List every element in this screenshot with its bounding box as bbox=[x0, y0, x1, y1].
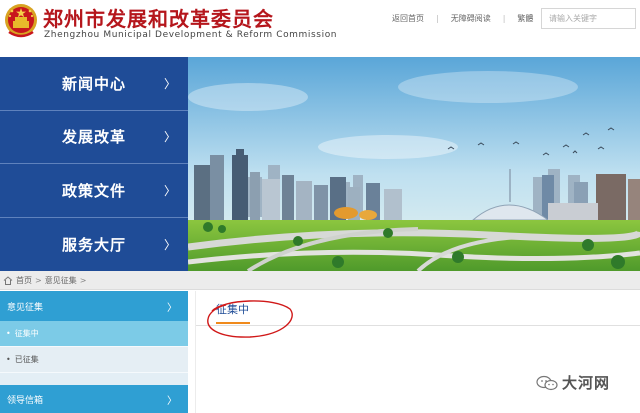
bullet-icon: • bbox=[6, 355, 11, 364]
chevron-right-icon: 〉 bbox=[164, 183, 177, 198]
breadcrumb-separator: > bbox=[35, 275, 42, 285]
breadcrumb-current[interactable]: 意见征集 bbox=[45, 275, 77, 286]
nav-item-news[interactable]: 新闻中心 〉 bbox=[0, 57, 188, 111]
nav-item-policy-documents[interactable]: 政策文件 〉 bbox=[0, 164, 188, 218]
nav-item-service-hall[interactable]: 服务大厅 〉 bbox=[0, 218, 188, 272]
breadcrumb: 首页 > 意见征集 > bbox=[0, 271, 640, 290]
wechat-icon bbox=[536, 375, 558, 390]
city-skyline-banner bbox=[188, 57, 640, 271]
side-menu-section-leader-mailbox[interactable]: 领导信箱 〉 bbox=[0, 385, 188, 413]
breadcrumb-separator: > bbox=[79, 275, 87, 285]
chevron-right-icon: 〉 bbox=[164, 237, 177, 252]
national-emblem-icon[interactable] bbox=[3, 2, 39, 40]
side-menu-section-label: 领导信箱 bbox=[7, 395, 44, 406]
nav-item-label: 服务大厅 bbox=[62, 235, 127, 254]
divider: | bbox=[436, 14, 439, 23]
banner-image bbox=[188, 57, 640, 271]
site-subtitle: Zhengzhou Municipal Development & Reform… bbox=[44, 30, 338, 40]
watermark-text: 大河网 bbox=[562, 374, 611, 392]
accessible-reading-link[interactable]: 无障碍阅读 bbox=[451, 13, 491, 24]
return-home-link[interactable]: 返回首页 bbox=[392, 13, 424, 24]
top-links: 返回首页 | 无障碍阅读 | 繁體 bbox=[392, 13, 533, 24]
side-menu-item-label: 征集中 bbox=[14, 329, 39, 338]
divider: | bbox=[502, 14, 506, 23]
breadcrumb-home[interactable]: 首页 bbox=[16, 275, 32, 286]
annotation-circle bbox=[207, 300, 293, 338]
side-menu-item-collected[interactable]: • 已征集 bbox=[0, 347, 188, 373]
side-menu: 意见征集 〉 • 征集中 • 已征集 领导信箱 〉 bbox=[0, 291, 188, 413]
home-icon bbox=[3, 275, 13, 285]
chevron-right-icon: 〉 bbox=[167, 302, 177, 314]
side-menu-item-collecting[interactable]: • 征集中 bbox=[0, 321, 188, 347]
watermark: 大河网 bbox=[536, 372, 610, 393]
main-nav: 新闻中心 〉 发展改革 〉 政策文件 〉 服务大厅 〉 bbox=[0, 57, 188, 271]
nav-item-label: 发展改革 bbox=[62, 128, 127, 147]
side-menu-section-opinion-collection[interactable]: 意见征集 〉 bbox=[0, 291, 188, 321]
nav-item-label: 政策文件 bbox=[62, 181, 127, 200]
traditional-chinese-link[interactable]: 繁體 bbox=[517, 13, 533, 24]
chevron-right-icon: 〉 bbox=[167, 395, 177, 407]
chevron-right-icon: 〉 bbox=[164, 130, 177, 145]
side-menu-section-label: 意见征集 bbox=[7, 302, 44, 313]
bullet-icon: • bbox=[6, 329, 11, 338]
chevron-right-icon: 〉 bbox=[164, 76, 177, 91]
nav-item-label: 新闻中心 bbox=[62, 74, 127, 93]
side-menu-item-label: 已征集 bbox=[14, 355, 39, 364]
search-input[interactable] bbox=[541, 8, 636, 29]
nav-item-development-reform[interactable]: 发展改革 〉 bbox=[0, 111, 188, 164]
site-title: 郑州市发展和改革委员会 bbox=[43, 7, 274, 31]
site-header: 郑州市发展和改革委员会 Zhengzhou Municipal Developm… bbox=[0, 0, 640, 56]
